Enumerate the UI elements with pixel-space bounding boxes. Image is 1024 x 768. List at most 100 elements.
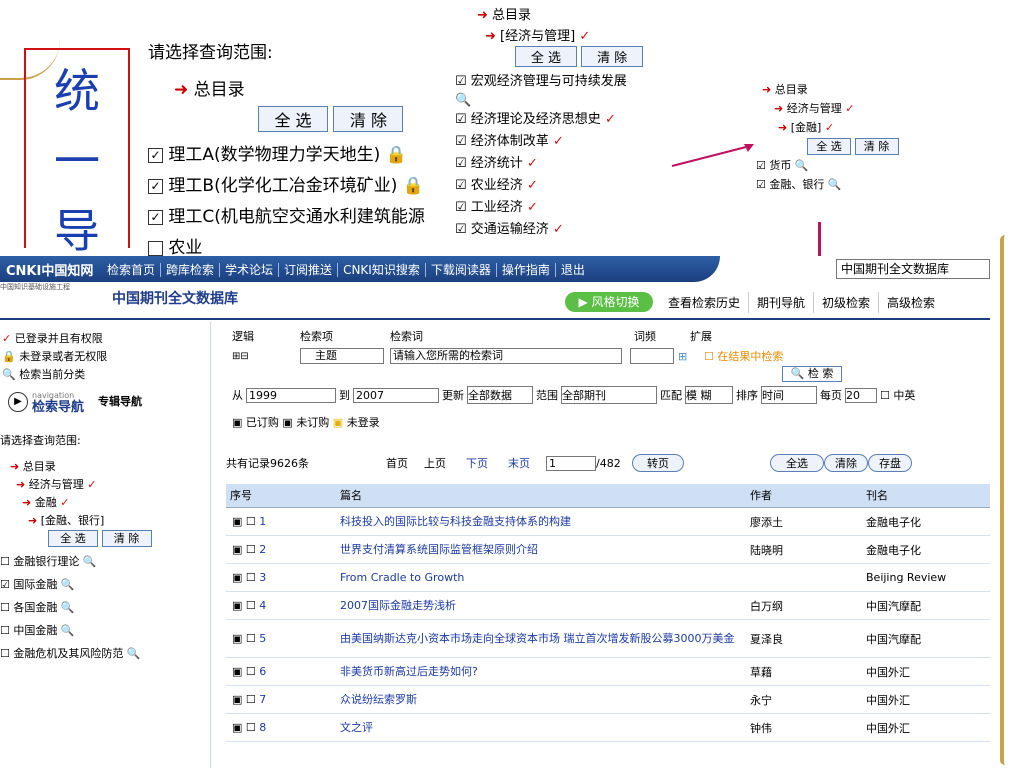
category-label[interactable]: 经济体制改革 xyxy=(471,134,549,149)
results-clear-button[interactable]: 清除 xyxy=(824,454,868,472)
nav-link[interactable]: 订阅推送 xyxy=(278,262,338,277)
journal[interactable]: 金融电子化 xyxy=(862,542,921,558)
checkbox[interactable] xyxy=(148,240,163,256)
page-input[interactable]: 1 xyxy=(546,455,596,471)
checkbox[interactable]: ☐ xyxy=(0,601,10,614)
special-nav-tab[interactable]: 专辑导航 xyxy=(98,393,142,411)
search-icon[interactable]: 🔍 xyxy=(61,578,75,591)
checkbox[interactable]: ✓ xyxy=(148,178,163,194)
author[interactable]: 廖添土 xyxy=(746,514,862,530)
last-page-link[interactable]: 末页 xyxy=(508,455,546,471)
journal[interactable]: 中国汽摩配 xyxy=(862,598,921,614)
checkbox[interactable]: ✓ xyxy=(148,209,163,225)
logic-toggle[interactable]: ⊞⊟ xyxy=(232,351,300,362)
category-label[interactable]: 交通运输经济 xyxy=(471,222,549,237)
checkbox[interactable]: ✓ xyxy=(148,147,163,163)
zh-en-checkbox[interactable]: ☐ 中英 xyxy=(880,387,915,403)
row-number[interactable]: ▣ ☐ 7 xyxy=(226,693,336,706)
from-year[interactable]: 1999 xyxy=(246,387,336,403)
root-link[interactable]: 总目录 xyxy=(775,83,808,96)
go-page-button[interactable]: 转页 xyxy=(632,454,684,472)
root-link[interactable]: 总目录 xyxy=(194,80,245,100)
clear-button[interactable]: 清 除 xyxy=(581,46,644,67)
journal[interactable]: 中国外汇 xyxy=(862,692,910,708)
nav-link[interactable]: CNKI知识搜索 xyxy=(337,262,425,277)
level2-link[interactable]: 金融 xyxy=(35,496,57,509)
category-label[interactable]: 经济理论及经济思想史 xyxy=(471,112,601,127)
journal[interactable]: 中国外汇 xyxy=(862,720,910,736)
search-button[interactable]: 🔍 检 索 xyxy=(782,366,842,382)
clear-button[interactable]: 清 除 xyxy=(101,530,152,547)
save-button[interactable]: 存盘 xyxy=(868,454,912,472)
first-page-link[interactable]: 首页 xyxy=(386,455,424,471)
next-page-link[interactable]: 下页 xyxy=(466,455,508,471)
article-title-link[interactable]: 非美货币新高过后走势如何? xyxy=(336,664,746,680)
perpage-select[interactable]: 20 xyxy=(845,387,877,403)
category-label[interactable]: 农业 xyxy=(168,238,202,258)
scope-item-label[interactable]: 各国金融 xyxy=(13,601,57,614)
search-icon[interactable]: 🔍 xyxy=(61,601,75,614)
row-number[interactable]: ▣ ☐ 1 xyxy=(226,515,336,528)
scope-item-label[interactable]: 中国金融 xyxy=(13,624,57,637)
match-select[interactable]: 模 糊 xyxy=(685,386,733,404)
category-label[interactable]: 宏观经济管理与可持续发展 xyxy=(471,74,627,89)
journal[interactable]: 中国汽摩配 xyxy=(862,631,921,647)
prev-page-link[interactable]: 上页 xyxy=(424,455,466,471)
tab-basic-search[interactable]: 初级检索 xyxy=(814,292,880,313)
article-title-link[interactable]: 众说纷纭索罗斯 xyxy=(336,692,746,708)
author[interactable]: 钟伟 xyxy=(746,720,862,736)
search-icon[interactable]: 🔍 xyxy=(61,624,75,637)
nav-link[interactable]: 跨库检索 xyxy=(160,262,220,277)
category-label[interactable]: 货币 xyxy=(769,159,791,172)
checkbox[interactable]: ☑ xyxy=(0,578,10,591)
select-all-button[interactable]: 全 选 xyxy=(48,530,98,547)
author[interactable]: 陆晓明 xyxy=(746,542,862,558)
scope-select[interactable]: 全部期刊 xyxy=(561,386,657,404)
row-number[interactable]: ▣ ☐ 4 xyxy=(226,599,336,612)
author[interactable]: 草藉 xyxy=(746,664,862,680)
row-number[interactable]: ▣ ☐ 3 xyxy=(226,571,336,584)
results-select-all-button[interactable]: 全选 xyxy=(770,454,824,472)
article-title-link[interactable]: 世界支付清算系统国际监管框架原则介绍 xyxy=(336,542,746,558)
category-label[interactable]: 理工C(机电航空交通水利建筑能源 xyxy=(168,207,425,227)
level1-link[interactable]: 经济与管理 xyxy=(787,102,842,115)
journal[interactable]: 金融电子化 xyxy=(862,514,921,530)
sort-select[interactable]: 时间 xyxy=(761,386,817,404)
category-label[interactable]: 工业经济 xyxy=(471,200,523,215)
scope-item-label[interactable]: 金融银行理论 xyxy=(13,555,79,568)
row-number[interactable]: ▣ ☐ 8 xyxy=(226,721,336,734)
category-label[interactable]: 金融、银行 xyxy=(769,178,824,191)
checkbox[interactable]: ☐ xyxy=(0,624,10,637)
search-icon[interactable]: 🔍 xyxy=(455,93,725,109)
search-input[interactable]: 请输入您所需的检索词 xyxy=(390,348,622,364)
checkbox[interactable]: ☐ xyxy=(0,555,10,568)
author[interactable]: 夏泽良 xyxy=(746,631,862,647)
nav-link[interactable]: 退出 xyxy=(554,262,590,277)
expand-icon[interactable]: ⊞ xyxy=(674,350,704,363)
scope-item[interactable]: ☐ 中国金融 🔍 xyxy=(0,619,208,642)
category-label[interactable]: 理工A(数学物理力学天地生) xyxy=(168,145,380,165)
nav-link[interactable]: 学术论坛 xyxy=(219,262,279,277)
checkbox[interactable]: ☐ xyxy=(0,647,10,660)
database-select[interactable]: 中国期刊全文数据库 xyxy=(836,259,990,279)
article-title-link[interactable]: 科技投入的国际比较与科技金融支持体系的构建 xyxy=(336,514,746,530)
search-icon[interactable]: 🔍 xyxy=(83,555,97,568)
row-number[interactable]: ▣ ☐ 5 xyxy=(226,632,336,645)
level3-link[interactable]: [金融、银行] xyxy=(41,514,105,527)
scope-item[interactable]: ☐ 各国金融 🔍 xyxy=(0,596,208,619)
field-select[interactable]: 主题 xyxy=(300,348,384,364)
author[interactable]: 永宁 xyxy=(746,692,862,708)
tab-advanced-search[interactable]: 高级检索 xyxy=(879,292,943,313)
article-title-link[interactable]: 2007国际金融走势浅析 xyxy=(336,598,746,614)
category-label[interactable]: 理工B(化学化工冶金环境矿业) xyxy=(168,176,397,196)
tab-journal-nav[interactable]: 期刊导航 xyxy=(749,292,815,313)
journal[interactable]: Beijing Review xyxy=(862,571,946,584)
to-year[interactable]: 2007 xyxy=(353,387,439,403)
nav-link[interactable]: 下载阅读器 xyxy=(424,262,496,277)
sub-link[interactable]: [经济与管理] xyxy=(500,29,575,44)
nav-link[interactable]: 检索首页 xyxy=(102,263,160,277)
article-title-link[interactable]: 由美国纳斯达克小资本市场走向全球资本市场 瑞立首次增发新股公募3000万美金 xyxy=(336,631,746,647)
clear-button[interactable]: 清 除 xyxy=(854,138,899,155)
category-label[interactable]: 农业经济 xyxy=(471,178,523,193)
root-link[interactable]: 总目录 xyxy=(23,460,56,473)
